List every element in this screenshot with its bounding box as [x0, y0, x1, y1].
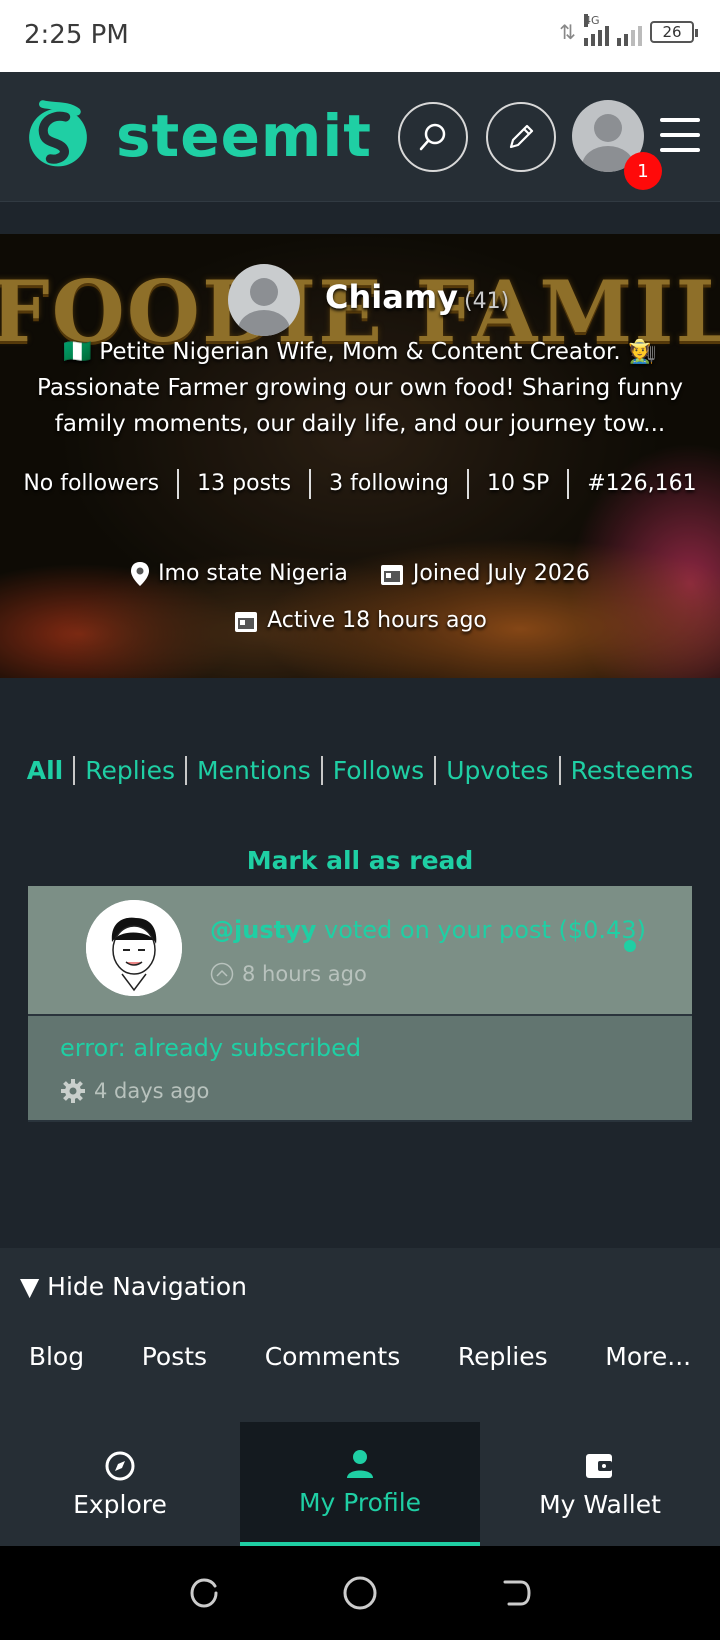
steemit-logo[interactable]: steemit [20, 98, 372, 174]
compass-icon [105, 1451, 135, 1480]
wallet-icon [586, 1453, 612, 1478]
steemit-logo-icon [29, 100, 87, 167]
nav-link-posts[interactable]: Posts [142, 1342, 207, 1371]
profile-bio: 🇳🇬 Petite Nigerian Wife, Mom & Content C… [36, 339, 683, 437]
bottom-tab-bar: Explore My Profile My Wallet [0, 1422, 720, 1546]
posts-count[interactable]: 13 posts [197, 471, 291, 496]
notification-avatar[interactable] [86, 900, 182, 996]
steem-power: 10 SP [487, 471, 550, 496]
profile-name: Chiamy (41) [325, 278, 510, 316]
location: Imo state Nigeria [130, 554, 348, 594]
recent-apps-icon[interactable] [187, 1576, 221, 1610]
filter-upvotes[interactable]: Upvotes [436, 756, 561, 785]
data-arrows-icon: ⇅ [559, 20, 576, 44]
tab-my-profile[interactable]: My Profile [240, 1422, 480, 1546]
joined-date: Joined July 2026 [379, 554, 590, 594]
notification-list: @justyy voted on your post ($0.43) 8 hou… [28, 886, 692, 1122]
profile-banner: FOODIE FAMILY Chiamy(41) 🇳🇬 Petite Niger… [0, 234, 720, 678]
calendar-icon [235, 612, 258, 632]
status-time: 2:25 PM [24, 20, 129, 50]
user-avatar-icon [86, 900, 182, 996]
profile-avatar-icon [238, 278, 290, 336]
notification-time: 8 hours ago [210, 962, 367, 986]
home-icon[interactable] [341, 1574, 379, 1612]
following-count[interactable]: 3 following [329, 471, 449, 496]
nav-link-more[interactable]: More... [605, 1342, 691, 1371]
hide-navigation-toggle[interactable]: ▼ Hide Navigation [20, 1272, 247, 1301]
location-pin-icon [131, 562, 150, 586]
unread-indicator [624, 940, 636, 952]
filter-all[interactable]: All [16, 756, 76, 785]
reputation-score: (41) [464, 289, 510, 314]
filter-replies[interactable]: Replies [75, 756, 188, 785]
tab-my-wallet[interactable]: My Wallet [480, 1422, 720, 1546]
profile-rank: #126,161 [587, 471, 697, 496]
compose-button[interactable] [486, 102, 556, 172]
signal-icon-2 [617, 18, 642, 46]
filter-resteems[interactable]: Resteems [561, 756, 704, 785]
status-bar: 2:25 PM ⇅ 4G 26 [0, 0, 720, 72]
nav-link-comments[interactable]: Comments [265, 1342, 401, 1371]
notification-time: 4 days ago [60, 1078, 209, 1104]
logo-text: steemit [116, 102, 372, 170]
nav-link-replies[interactable]: Replies [458, 1342, 548, 1371]
pencil-icon [509, 124, 534, 149]
signal-icon: 4G [584, 14, 609, 46]
notification-text[interactable]: @justyy voted on your post ($0.43) [210, 916, 646, 944]
mark-all-read-button[interactable]: Mark all as read [0, 846, 720, 875]
notification-user[interactable]: @justyy [210, 916, 316, 944]
back-icon[interactable] [499, 1576, 533, 1610]
filter-follows[interactable]: Follows [322, 756, 437, 785]
hamburger-menu-button[interactable] [660, 118, 700, 152]
notification-item[interactable]: @justyy voted on your post ($0.43) 8 hou… [28, 886, 692, 1016]
app-header: steemit 1 [0, 72, 720, 202]
person-icon [347, 1449, 373, 1478]
search-icon [419, 123, 446, 151]
notification-text: error: already subscribed [60, 1034, 362, 1062]
search-button[interactable] [398, 102, 468, 172]
status-icons: ⇅ 4G 26 [559, 14, 698, 46]
notification-filters: All Replies Mentions Follows Upvotes Resteems [0, 756, 720, 785]
nav-link-blog[interactable]: Blog [29, 1342, 84, 1371]
profile-navigation: ▼ Hide Navigation Blog Posts Comments Re… [0, 1248, 720, 1422]
upvote-icon [210, 962, 234, 986]
profile-nav-links: Blog Posts Comments Replies More... [0, 1342, 720, 1371]
followers-count[interactable]: No followers [23, 471, 159, 496]
filter-mentions[interactable]: Mentions [187, 756, 323, 785]
profile-avatar[interactable] [228, 264, 300, 336]
profile-meta: Imo state Nigeria Joined July 2026 Activ… [0, 554, 720, 648]
calendar-icon [380, 565, 403, 585]
tab-explore[interactable]: Explore [0, 1422, 240, 1546]
gear-icon [61, 1079, 85, 1103]
profile-stats: No followers 13 posts 3 following 10 SP #126… [0, 464, 720, 504]
system-navigation-bar [0, 1546, 720, 1640]
active-time: Active 18 hours ago [233, 601, 487, 641]
notification-item[interactable]: error: already subscribed 4 days ago [28, 1016, 692, 1122]
notification-badge: 1 [624, 152, 662, 190]
battery-icon: 26 [650, 21, 698, 43]
